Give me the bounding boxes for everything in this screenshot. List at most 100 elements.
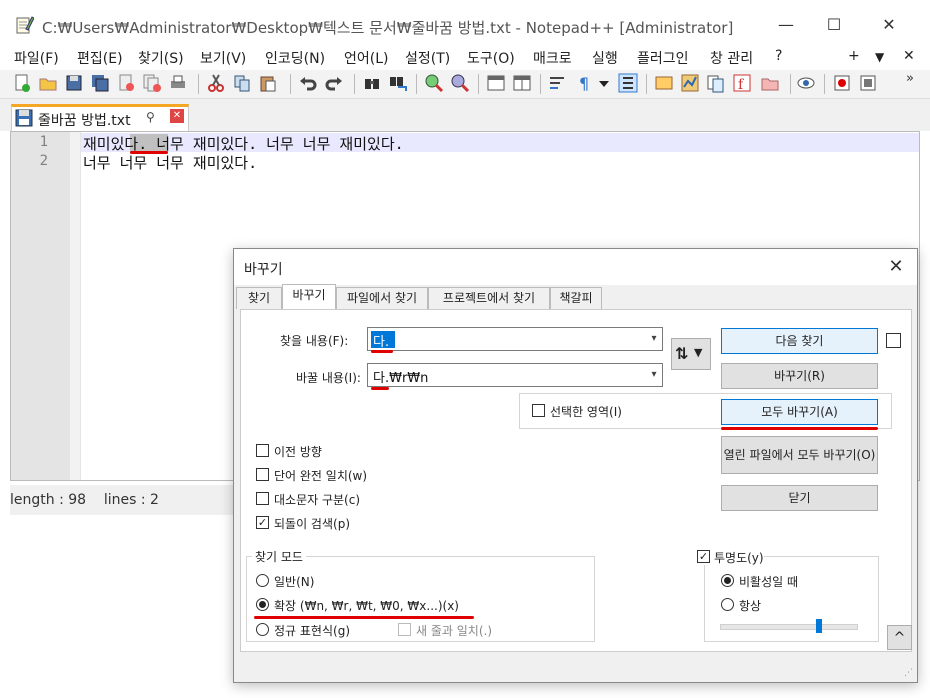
find-what-combo[interactable] — [367, 327, 663, 351]
replace-all-button[interactable]: 모두 바꾸기(A) — [721, 399, 878, 425]
document-map-icon[interactable] — [680, 73, 700, 93]
match-whole-word-label: 단어 완전 일치(w) — [274, 469, 368, 483]
minimize-button[interactable]: — — [763, 10, 809, 40]
code-line[interactable]: 너무 너무 너무 재미있다. — [83, 152, 257, 173]
close-all-icon[interactable] — [142, 73, 162, 93]
red-underline-annotation — [371, 387, 389, 390]
menu-language[interactable]: 언어(L) — [344, 48, 388, 68]
match-case-checkbox[interactable] — [256, 492, 269, 505]
menu-file[interactable]: 파일(F) — [14, 48, 59, 68]
swap-arrows-icon: ⇅ — [675, 344, 689, 363]
document-list-icon[interactable] — [706, 73, 726, 93]
dot-matches-newline-checkbox[interactable] — [398, 623, 411, 636]
swap-dropdown-icon: ▼ — [694, 346, 703, 359]
notepad-app-icon — [16, 16, 34, 34]
find-next-button[interactable]: 다음 찾기 — [721, 328, 878, 354]
dialog-title-bar — [234, 249, 917, 285]
chevron-down-icon[interactable]: ▾ — [646, 364, 662, 386]
sync-vertical-icon[interactable] — [486, 73, 506, 93]
menu-run[interactable]: 실행 — [592, 48, 618, 68]
menu-tools[interactable]: 도구(O) — [467, 48, 515, 68]
in-selection-checkbox[interactable] — [532, 404, 545, 417]
record-macro-icon[interactable] — [832, 73, 852, 93]
toolbar-overflow-icon[interactable]: » — [906, 71, 914, 86]
toolbar-separator — [790, 74, 791, 94]
undo-icon[interactable] — [298, 73, 318, 93]
indent-guide-icon[interactable] — [618, 73, 638, 93]
maximize-button[interactable]: ☐ — [811, 10, 857, 40]
menu-settings[interactable]: 설정(T) — [405, 48, 450, 68]
collapse-dialog-button[interactable]: ^ — [887, 625, 912, 650]
fold-margin — [70, 132, 80, 480]
user-language-icon[interactable] — [654, 73, 674, 93]
chevron-down-icon[interactable]: ▾ — [646, 328, 662, 350]
close-button[interactable]: 닫기 — [721, 485, 878, 511]
toolbar-separator — [416, 74, 417, 94]
pin-icon[interactable]: ⚲ — [146, 110, 155, 124]
close-document-icon[interactable]: ✕ — [903, 48, 915, 64]
stop-macro-icon[interactable] — [858, 73, 878, 93]
toolbar-separator — [290, 74, 291, 94]
new-file-icon[interactable] — [12, 73, 32, 93]
tab-mark[interactable]: 책갈피 — [550, 287, 602, 309]
close-tab-icon[interactable]: ✕ — [170, 109, 184, 123]
menu-encoding[interactable]: 인코딩(N) — [265, 48, 325, 68]
zoom-out-icon[interactable] — [450, 73, 470, 93]
menu-search[interactable]: 찾기(S) — [138, 48, 184, 68]
menu-plugins[interactable]: 플러그인 — [637, 48, 689, 68]
menu-window[interactable]: 창 관리 — [710, 48, 753, 68]
monitoring-eye-icon[interactable] — [796, 73, 816, 93]
search-mode-normal-radio[interactable] — [256, 574, 269, 587]
transparency-on-losing-focus-radio[interactable] — [721, 574, 734, 587]
transparency-slider-track[interactable] — [720, 624, 858, 630]
match-whole-word-checkbox[interactable] — [256, 468, 269, 481]
print-icon[interactable] — [168, 73, 188, 93]
transparency-checkbox[interactable]: ✓ — [697, 550, 710, 563]
backward-direction-checkbox[interactable] — [256, 444, 269, 457]
tab-find[interactable]: 찾기 — [236, 287, 282, 309]
word-wrap-icon[interactable] — [548, 73, 568, 93]
resize-grip-icon[interactable]: ⋰ — [904, 668, 913, 678]
menu-edit[interactable]: 편집(E) — [77, 48, 123, 68]
folder-workspace-icon[interactable] — [760, 73, 780, 93]
sync-horizontal-icon[interactable] — [512, 73, 532, 93]
transparency-label: 투명도(y) — [714, 551, 764, 565]
redo-icon[interactable] — [324, 73, 344, 93]
menu-help[interactable]: ? — [775, 48, 782, 64]
find-icon[interactable] — [362, 73, 382, 93]
transparency-always-radio[interactable] — [721, 598, 734, 611]
search-mode-normal-label: 일반(N) — [274, 575, 315, 589]
status-length-lines: length : 98 lines : 2 — [10, 492, 159, 508]
tab-replace[interactable]: 바꾸기 — [282, 284, 336, 310]
dialog-title: 바꾸기 — [244, 262, 283, 278]
search-mode-regex-radio[interactable] — [256, 623, 269, 636]
close-window-button[interactable]: ✕ — [866, 10, 912, 40]
wrap-around-checkbox[interactable]: ✓ — [256, 516, 269, 529]
close-file-icon[interactable] — [116, 73, 136, 93]
zoom-in-icon[interactable] — [424, 73, 444, 93]
show-symbol-dropdown-icon[interactable] — [596, 73, 612, 93]
window-title: C:₩Users₩Administrator₩Desktop₩텍스트 문서₩줄바… — [42, 19, 734, 37]
open-file-icon[interactable] — [38, 73, 58, 93]
save-icon[interactable] — [64, 73, 84, 93]
tab-list-dropdown-icon[interactable]: ▼ — [875, 50, 884, 64]
replace-button[interactable]: 바꾸기(R) — [721, 363, 878, 389]
show-all-characters-icon[interactable]: ¶ — [574, 73, 594, 93]
transparency-slider-thumb[interactable] — [816, 619, 823, 633]
function-list-icon[interactable]: f — [732, 73, 752, 93]
menu-macro[interactable]: 매크로 — [533, 48, 572, 68]
cut-icon[interactable] — [206, 73, 226, 93]
find-next-option-checkbox[interactable] — [886, 333, 901, 348]
tab-find-in-projects[interactable]: 프로젝트에서 찾기 — [428, 287, 550, 309]
replace-all-in-open-docs-button[interactable]: 열린 파일에서 모두 바꾸기(O) — [721, 436, 878, 474]
menu-view[interactable]: 보기(V) — [200, 48, 246, 68]
save-all-icon[interactable] — [90, 73, 110, 93]
tab-find-in-files[interactable]: 파일에서 찾기 — [336, 287, 428, 309]
file-tab-label: 줄바꿈 방법.txt — [38, 113, 131, 129]
search-mode-extended-radio[interactable] — [256, 598, 269, 611]
dialog-close-button[interactable]: ✕ — [882, 256, 910, 280]
replace-icon[interactable] — [388, 73, 408, 93]
new-tab-plus-icon[interactable]: + — [848, 48, 860, 64]
paste-icon[interactable] — [258, 73, 278, 93]
copy-icon[interactable] — [232, 73, 252, 93]
